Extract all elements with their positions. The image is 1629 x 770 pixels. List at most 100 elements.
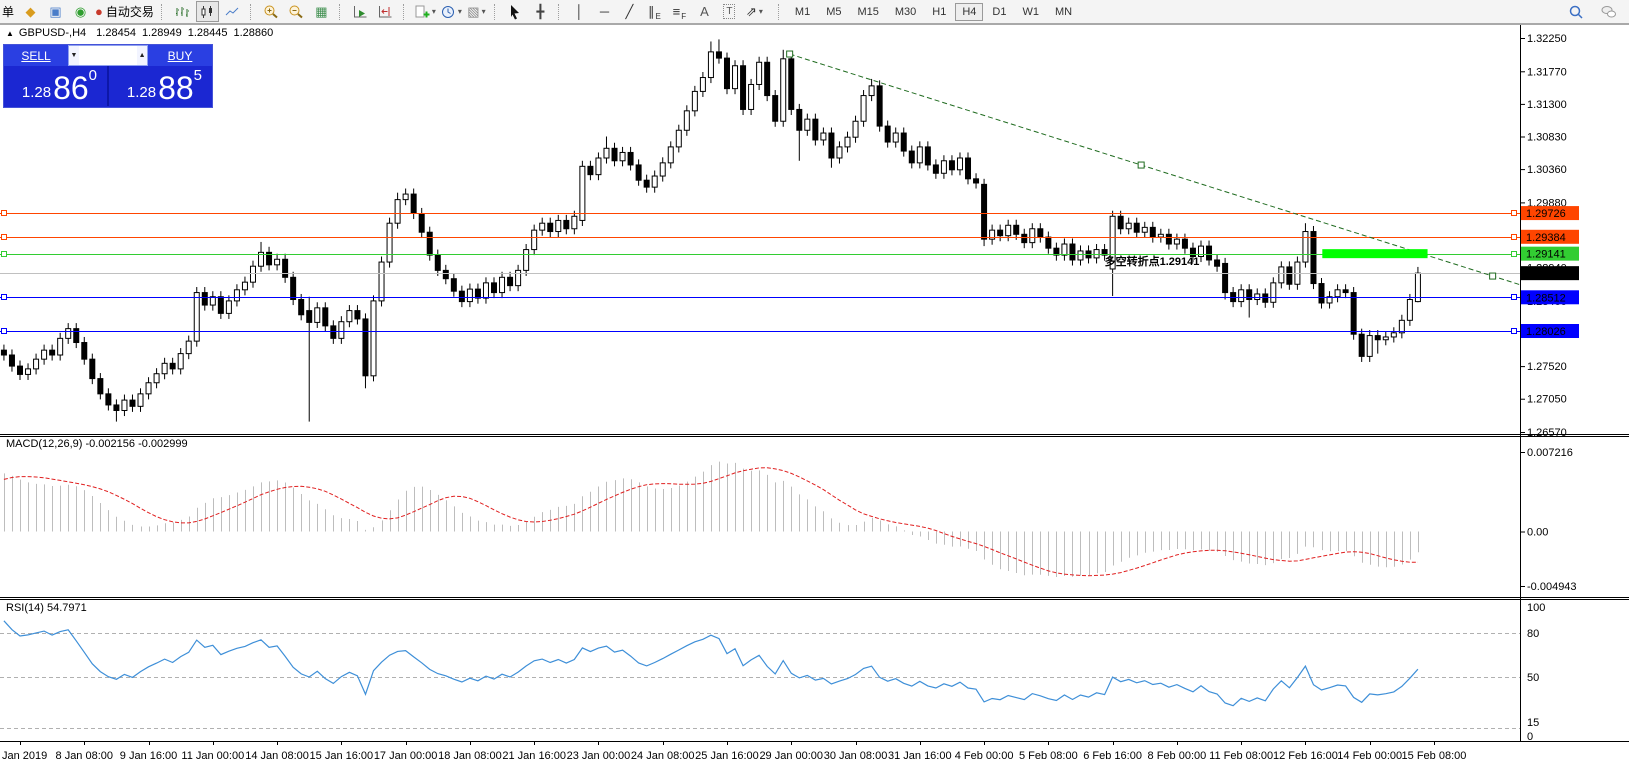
- svg-text:1.30830: 1.30830: [1527, 132, 1567, 144]
- vertical-line-icon[interactable]: │: [568, 1, 591, 22]
- indicators-icon[interactable]: ▾: [413, 1, 437, 22]
- svg-text:9 Jan 16:00: 9 Jan 16:00: [120, 750, 178, 762]
- macd-axis[interactable]: 0.0072160.00-0.004943: [1520, 447, 1577, 593]
- timeframe-m1[interactable]: M1: [788, 3, 817, 21]
- svg-text:100: 100: [1527, 602, 1545, 614]
- macd-indicator-label: MACD(12,26,9) -0.002156 -0.002999: [6, 438, 188, 450]
- svg-text:5 Feb 08:00: 5 Feb 08:00: [1019, 750, 1078, 762]
- price-level-line[interactable]: [0, 252, 1520, 257]
- svg-text:1.31770: 1.31770: [1527, 66, 1567, 78]
- bid-prefix: 1.28: [22, 84, 51, 102]
- one-click-trading-panel: SELL ▼ ▲ BUY 1.28 86 0 1.28 88 5: [3, 44, 213, 108]
- menu-text-fragment[interactable]: 单: [2, 3, 14, 20]
- svg-text:1.27050: 1.27050: [1527, 394, 1567, 406]
- ask-price[interactable]: 1.28 88 5: [109, 66, 212, 106]
- autotrading-button[interactable]: ●自动交易: [94, 1, 155, 22]
- svg-text:1.30360: 1.30360: [1527, 164, 1567, 176]
- price-level-line[interactable]: [0, 211, 1520, 216]
- fibonacci-icon[interactable]: ≡F: [668, 1, 691, 22]
- candlestick-chart-icon[interactable]: [196, 1, 219, 22]
- volume-increase-button[interactable]: ▲: [137, 46, 147, 65]
- timeframe-toolbar: M1M5M15M30H1H4D1W1MN: [773, 3, 1080, 21]
- price-level-badge: 1.28026: [1521, 324, 1579, 338]
- timeframe-h1[interactable]: H1: [925, 3, 953, 21]
- date-axis[interactable]: 7 Jan 20198 Jan 08:009 Jan 16:0011 Jan 0…: [0, 741, 1466, 762]
- toolbar-separator: [494, 4, 498, 20]
- new-order-icon[interactable]: ◆: [19, 1, 42, 22]
- volume-decrease-button[interactable]: ▼: [69, 46, 79, 65]
- charts-window-icon[interactable]: ▣: [44, 1, 67, 22]
- chart-canvas[interactable]: 1.322501.317701.313001.308301.303601.298…: [0, 0, 1629, 770]
- price-level-badge: 1.29726: [1521, 206, 1579, 220]
- buy-button-label: BUY: [168, 49, 193, 63]
- macd-signal-line: [4, 468, 1418, 576]
- mt4-terminal: 1.322501.317701.313001.308301.303601.298…: [0, 0, 1629, 770]
- text-label-icon[interactable]: T: [718, 1, 741, 22]
- channel-icon[interactable]: ∥E: [643, 1, 666, 22]
- svg-text:31 Jan 16:00: 31 Jan 16:00: [888, 750, 952, 762]
- toolbar-buttons: ◆▣◉●自动交易▦▾▾▧▾╋│─╱∥E≡FAT⇗▾: [18, 1, 767, 22]
- svg-text:14 Feb 00:00: 14 Feb 00:00: [1337, 750, 1402, 762]
- timeframe-h4[interactable]: H4: [955, 3, 983, 21]
- line-chart-icon[interactable]: [221, 1, 244, 22]
- collapse-quote-panel-icon[interactable]: ▲: [6, 29, 14, 38]
- timeframe-mn[interactable]: MN: [1048, 3, 1079, 21]
- toolbar-separator: [339, 4, 343, 20]
- svg-text:15 Feb 08:00: 15 Feb 08:00: [1402, 750, 1467, 762]
- shapes-icon[interactable]: ⇗▾: [743, 1, 766, 22]
- chart-title-row: ▲ GBPUSD-,H4 1.28454 1.28949 1.28445 1.2…: [6, 27, 279, 39]
- svg-text:18 Jan 08:00: 18 Jan 08:00: [438, 750, 502, 762]
- templates-icon[interactable]: ▧▾: [465, 1, 488, 22]
- svg-text:1.28026: 1.28026: [1526, 326, 1566, 338]
- svg-text:15 Jan 16:00: 15 Jan 16:00: [310, 750, 374, 762]
- chart-shift-icon[interactable]: [374, 1, 397, 22]
- price-level-badge: 1.29141: [1521, 247, 1579, 261]
- buy-button[interactable]: BUY: [148, 45, 212, 66]
- timeframe-w1[interactable]: W1: [1015, 3, 1046, 21]
- signals-icon[interactable]: ◉: [69, 1, 92, 22]
- svg-text:7 Jan 2019: 7 Jan 2019: [0, 750, 47, 762]
- svg-text:23 Jan 00:00: 23 Jan 00:00: [567, 750, 631, 762]
- bid-big-digits: 86: [53, 74, 89, 102]
- chat-icon[interactable]: [1597, 1, 1620, 22]
- trendline-icon[interactable]: ╱: [618, 1, 641, 22]
- timeframe-m5[interactable]: M5: [819, 3, 848, 21]
- periods-icon[interactable]: ▾: [439, 1, 463, 22]
- text-icon[interactable]: A: [693, 1, 716, 22]
- ohlc-high-value: 1.28949: [142, 27, 182, 39]
- ohlc-open-value: 1.28454: [96, 27, 136, 39]
- svg-text:多空转折点1.29141: 多空转折点1.29141: [1105, 254, 1200, 268]
- cursor-icon[interactable]: [504, 1, 527, 22]
- zoom-out-icon[interactable]: [285, 1, 308, 22]
- svg-text:1.27520: 1.27520: [1527, 361, 1567, 373]
- bid-price[interactable]: 1.28 86 0: [4, 66, 109, 106]
- bars-chart-icon[interactable]: [171, 1, 194, 22]
- volume-input[interactable]: [79, 46, 137, 65]
- timeframe-d1[interactable]: D1: [985, 3, 1013, 21]
- toolbar-right-icons: [1563, 1, 1621, 22]
- chart-symbol-period: GBPUSD-,H4: [19, 27, 86, 39]
- svg-text:50: 50: [1527, 672, 1539, 684]
- chart-annotation-text[interactable]: 多空转折点1.29141: [1105, 254, 1200, 268]
- svg-text:80: 80: [1527, 628, 1539, 640]
- auto-scroll-icon[interactable]: [349, 1, 372, 22]
- svg-text:8 Feb 00:00: 8 Feb 00:00: [1148, 750, 1207, 762]
- svg-text:24 Jan 08:00: 24 Jan 08:00: [631, 750, 695, 762]
- svg-text:11 Jan 00:00: 11 Jan 00:00: [181, 750, 244, 762]
- svg-text:0.007216: 0.007216: [1527, 447, 1573, 459]
- price-level-line[interactable]: [0, 329, 1520, 334]
- timeframe-m30[interactable]: M30: [888, 3, 923, 21]
- main-toolbar: 单 ◆▣◉●自动交易▦▾▾▧▾╋│─╱∥E≡FAT⇗▾ M1M5M15M30H1…: [0, 0, 1629, 25]
- timeframe-m15[interactable]: M15: [850, 3, 885, 21]
- horizontal-line-icon[interactable]: ─: [593, 1, 616, 22]
- search-icon[interactable]: [1564, 1, 1587, 22]
- price-level-line[interactable]: [0, 295, 1520, 300]
- price-level-line[interactable]: [0, 235, 1520, 240]
- rsi-axis[interactable]: 1008050150: [1527, 602, 1545, 743]
- sell-button[interactable]: SELL: [4, 45, 68, 66]
- zoom-in-icon[interactable]: [260, 1, 283, 22]
- svg-text:4 Feb 00:00: 4 Feb 00:00: [955, 750, 1014, 762]
- highlight-bar[interactable]: [1322, 249, 1427, 258]
- tile-windows-icon[interactable]: ▦: [310, 1, 333, 22]
- crosshair-icon[interactable]: ╋: [529, 1, 552, 22]
